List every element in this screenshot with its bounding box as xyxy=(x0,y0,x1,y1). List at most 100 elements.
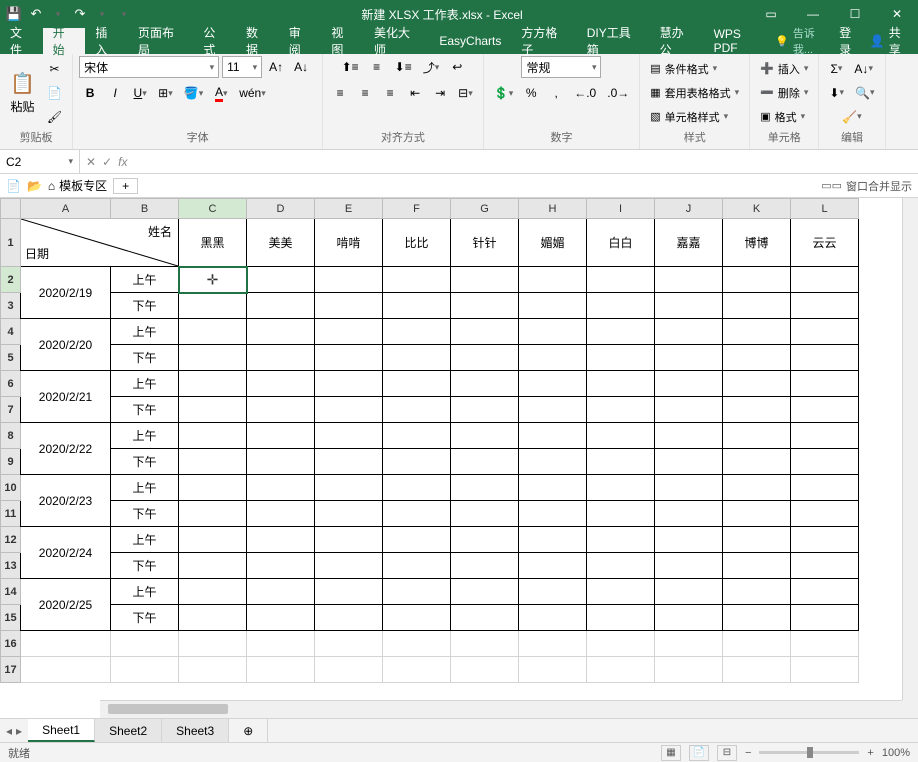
column-header-B[interactable]: B xyxy=(111,199,179,219)
data-cell[interactable] xyxy=(247,553,315,579)
data-cell[interactable] xyxy=(451,319,519,345)
vertical-scrollbar[interactable] xyxy=(902,198,918,700)
bold-button[interactable]: B xyxy=(79,82,101,104)
data-cell[interactable] xyxy=(179,345,247,371)
data-cell[interactable] xyxy=(519,345,587,371)
column-header-K[interactable]: K xyxy=(723,199,791,219)
row-header-16[interactable]: 16 xyxy=(1,631,21,657)
delete-cells-button[interactable]: ➖ 删除▾ xyxy=(756,82,812,104)
data-cell[interactable] xyxy=(723,579,791,605)
tab-data[interactable]: 数据 xyxy=(236,28,279,54)
data-cell[interactable] xyxy=(383,345,451,371)
data-cell[interactable] xyxy=(315,501,383,527)
add-sheet-button[interactable]: ⊕ xyxy=(229,719,268,742)
empty-cell[interactable] xyxy=(587,631,655,657)
data-cell[interactable] xyxy=(655,267,723,293)
currency-icon[interactable]: 💲▾ xyxy=(490,82,517,104)
data-cell[interactable] xyxy=(315,553,383,579)
tab-formulas[interactable]: 公式 xyxy=(193,28,236,54)
date-cell[interactable]: 2020/2/19 xyxy=(21,267,111,319)
font-size-select[interactable]: 11▾ xyxy=(222,56,262,78)
data-cell[interactable] xyxy=(519,475,587,501)
period-cell[interactable]: 上午 xyxy=(111,319,179,345)
empty-cell[interactable] xyxy=(247,657,315,683)
data-cell[interactable] xyxy=(315,319,383,345)
sheet-tab-sheet1[interactable]: Sheet1 xyxy=(28,719,95,742)
sheet-nav-last-icon[interactable]: ▸ xyxy=(16,724,22,738)
data-cell[interactable] xyxy=(587,579,655,605)
data-cell[interactable] xyxy=(791,605,859,631)
data-cell[interactable] xyxy=(179,397,247,423)
row-header-12[interactable]: 12 xyxy=(1,527,21,553)
data-cell[interactable] xyxy=(519,371,587,397)
data-cell[interactable] xyxy=(179,553,247,579)
data-cell[interactable] xyxy=(315,397,383,423)
font-color-button[interactable]: A▾ xyxy=(210,82,232,104)
data-cell[interactable] xyxy=(451,293,519,319)
data-cell[interactable] xyxy=(383,293,451,319)
redo-icon[interactable]: ↷ xyxy=(70,4,90,24)
header-cell-l[interactable]: 云云 xyxy=(791,219,859,267)
period-cell[interactable]: 上午 xyxy=(111,527,179,553)
redo-dropdown-icon[interactable]: ▾ xyxy=(92,4,112,24)
cancel-formula-icon[interactable]: ✕ xyxy=(86,155,96,169)
header-cell-d[interactable]: 美美 xyxy=(247,219,315,267)
column-header-G[interactable]: G xyxy=(451,199,519,219)
row-header-4[interactable]: 4 xyxy=(1,319,21,345)
data-cell[interactable] xyxy=(383,449,451,475)
data-cell[interactable] xyxy=(179,449,247,475)
data-cell[interactable] xyxy=(179,319,247,345)
data-cell[interactable] xyxy=(723,501,791,527)
row-header-1[interactable]: 1 xyxy=(1,219,21,267)
window-merge-icon[interactable]: ▭▭ xyxy=(821,179,842,192)
header-cell-h[interactable]: 媚媚 xyxy=(519,219,587,267)
data-cell[interactable] xyxy=(587,371,655,397)
data-cell[interactable] xyxy=(247,319,315,345)
decrease-indent-icon[interactable]: ⇤ xyxy=(404,82,426,104)
format-cells-button[interactable]: ▣ 格式▾ xyxy=(756,106,812,128)
data-cell[interactable] xyxy=(315,449,383,475)
data-cell[interactable] xyxy=(587,423,655,449)
data-cell[interactable] xyxy=(247,293,315,319)
zoom-level[interactable]: 100% xyxy=(882,747,910,759)
data-cell[interactable] xyxy=(247,267,315,293)
tab-wpspdf[interactable]: WPS PDF xyxy=(704,28,776,54)
data-cell[interactable] xyxy=(587,397,655,423)
increase-decimal-icon[interactable]: ←.0 xyxy=(570,82,600,104)
data-cell[interactable] xyxy=(791,449,859,475)
increase-indent-icon[interactable]: ⇥ xyxy=(429,82,451,104)
align-center-icon[interactable]: ≡ xyxy=(354,82,376,104)
sort-filter-icon[interactable]: A↓▾ xyxy=(850,58,877,80)
row-header-7[interactable]: 7 xyxy=(1,397,21,423)
data-cell[interactable] xyxy=(383,579,451,605)
decrease-font-icon[interactable]: A↓ xyxy=(290,56,312,78)
font-name-select[interactable]: 宋体▾ xyxy=(79,56,219,78)
data-cell[interactable] xyxy=(791,579,859,605)
data-cell[interactable] xyxy=(451,605,519,631)
template-zone-button[interactable]: ⌂ 模板专区 xyxy=(48,177,107,194)
data-cell[interactable] xyxy=(655,293,723,319)
row-header-11[interactable]: 11 xyxy=(1,501,21,527)
data-cell[interactable] xyxy=(723,605,791,631)
row-header-10[interactable]: 10 xyxy=(1,475,21,501)
data-cell[interactable] xyxy=(315,293,383,319)
data-cell[interactable] xyxy=(451,449,519,475)
row-header-6[interactable]: 6 xyxy=(1,371,21,397)
align-bottom-icon[interactable]: ⬇≡ xyxy=(391,56,416,78)
data-cell[interactable] xyxy=(247,475,315,501)
data-cell[interactable] xyxy=(451,527,519,553)
period-cell[interactable]: 上午 xyxy=(111,423,179,449)
empty-cell[interactable] xyxy=(315,657,383,683)
row-header-5[interactable]: 5 xyxy=(1,345,21,371)
data-cell[interactable] xyxy=(587,475,655,501)
column-header-L[interactable]: L xyxy=(791,199,859,219)
empty-cell[interactable] xyxy=(519,631,587,657)
orientation-icon[interactable]: ⤴▾ xyxy=(419,56,444,78)
data-cell[interactable] xyxy=(383,267,451,293)
date-cell[interactable]: 2020/2/23 xyxy=(21,475,111,527)
data-cell[interactable] xyxy=(519,423,587,449)
date-cell[interactable]: 2020/2/20 xyxy=(21,319,111,371)
zoom-in-icon[interactable]: + xyxy=(867,747,873,759)
align-middle-icon[interactable]: ≡ xyxy=(366,56,388,78)
undo-icon[interactable]: ↶ xyxy=(26,4,46,24)
